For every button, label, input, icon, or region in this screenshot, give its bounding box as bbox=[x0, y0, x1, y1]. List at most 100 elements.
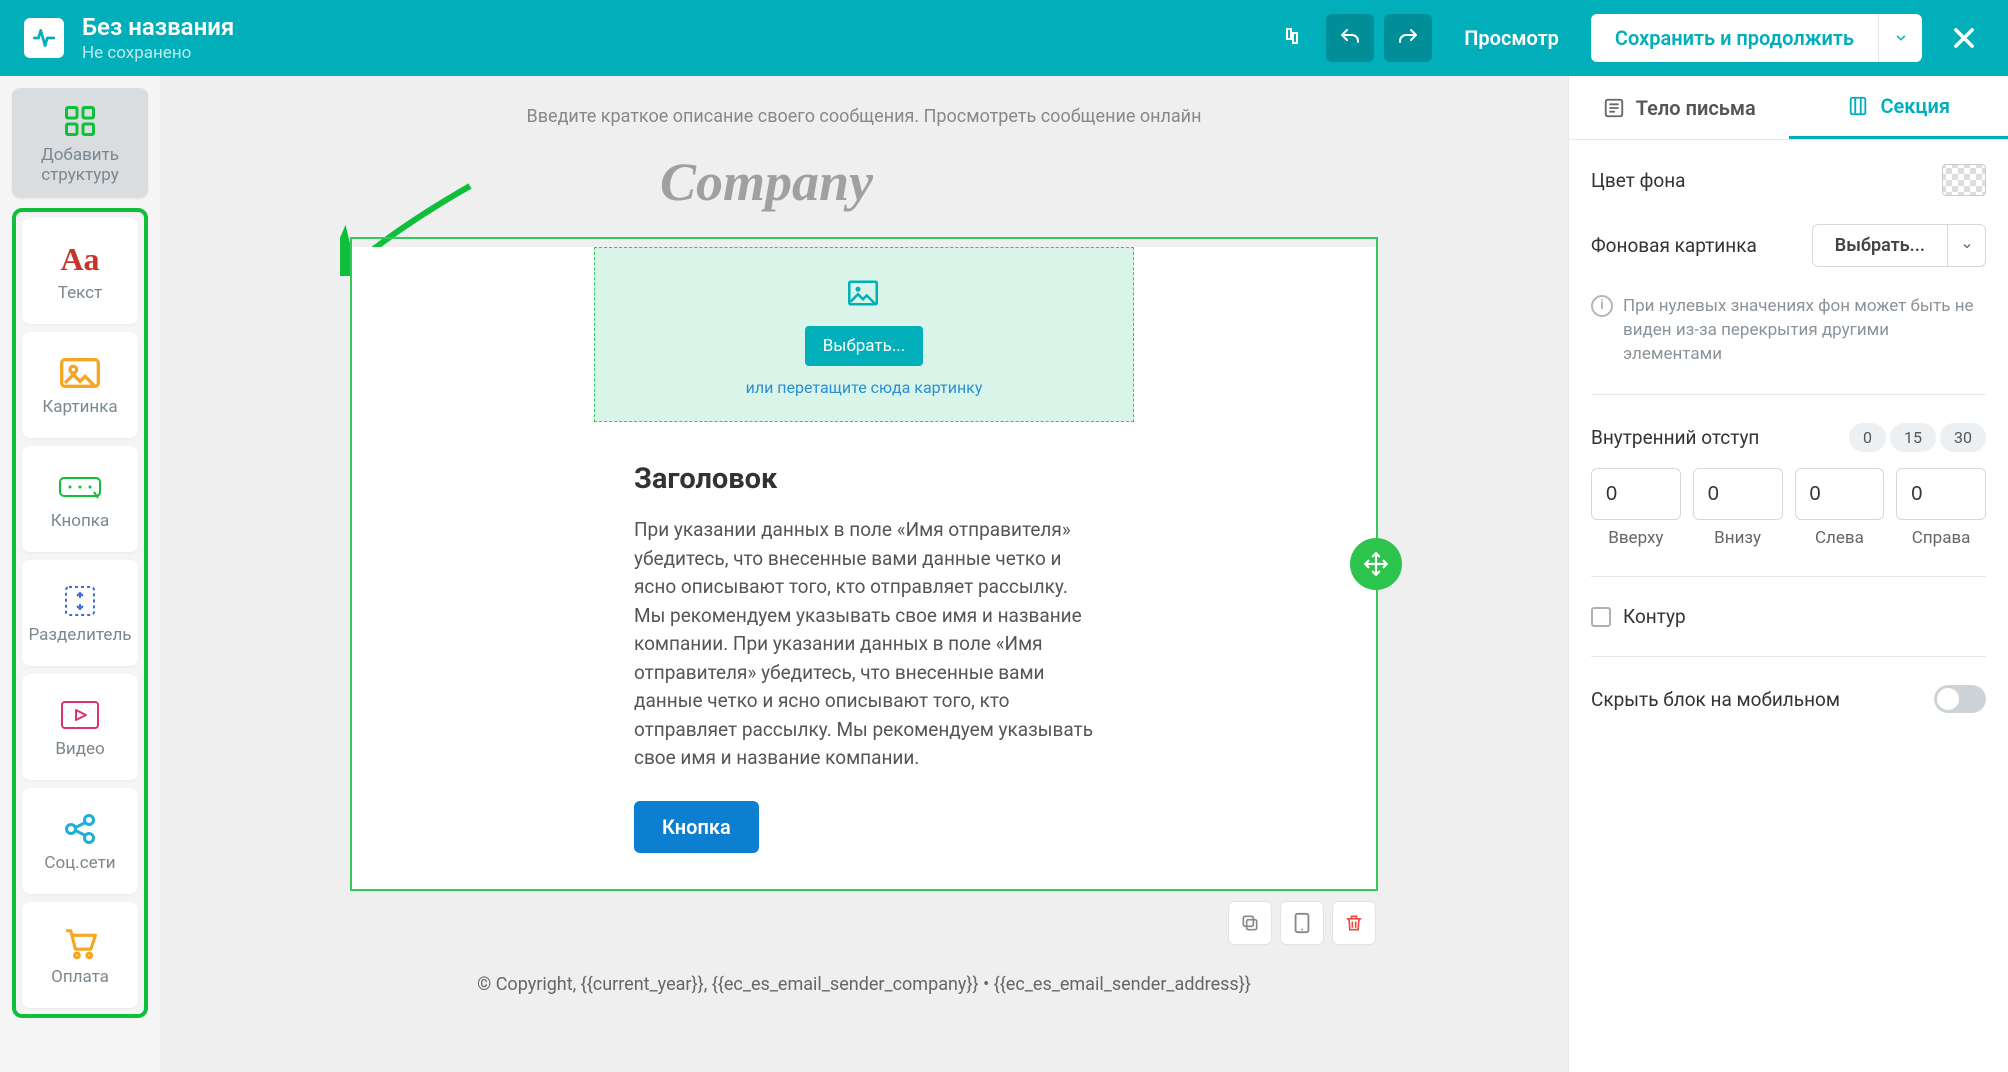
panel-tabs: Тело письма Секция bbox=[1569, 76, 2008, 140]
bg-image-select-caret[interactable] bbox=[1948, 224, 1986, 267]
select-image-button[interactable]: Выбрать... bbox=[805, 326, 924, 366]
content-block[interactable]: Заголовок При указании данных в поле «Им… bbox=[594, 422, 1134, 889]
padding-top-label: Вверху bbox=[1608, 528, 1663, 548]
info-text: При нулевых значениях фон может быть не … bbox=[1623, 295, 1986, 366]
padding-right-label: Справа bbox=[1912, 528, 1971, 548]
save-dropdown-button[interactable] bbox=[1878, 14, 1922, 62]
delete-button[interactable] bbox=[1332, 901, 1376, 945]
save-status: Не сохранено bbox=[82, 43, 234, 63]
button-icon bbox=[58, 467, 102, 507]
preview-description[interactable]: Введите краткое описание своего сообщени… bbox=[160, 106, 1568, 127]
document-title[interactable]: Без названия bbox=[82, 13, 234, 41]
move-handle[interactable] bbox=[1350, 538, 1402, 590]
cta-button[interactable]: Кнопка bbox=[634, 801, 759, 853]
padding-left-col: Слева bbox=[1795, 468, 1885, 548]
sidebar-elements-highlight: Aa Текст Картинка Кнопка Разделитель bbox=[12, 208, 148, 1018]
outline-label: Контур bbox=[1623, 605, 1686, 628]
app-logo[interactable] bbox=[24, 18, 64, 58]
padding-header: Внутренний отступ 0 15 30 bbox=[1591, 423, 1986, 452]
cart-icon bbox=[61, 923, 99, 963]
sidebar-item-payment[interactable]: Оплата bbox=[22, 902, 138, 1008]
padding-label: Внутренний отступ bbox=[1591, 426, 1759, 449]
grid-icon bbox=[62, 101, 98, 141]
undo-icon bbox=[1338, 26, 1362, 50]
redo-icon bbox=[1396, 26, 1420, 50]
section-tab-icon bbox=[1846, 94, 1870, 118]
tab-label: Секция bbox=[1880, 94, 1950, 118]
padding-right-input[interactable] bbox=[1896, 468, 1986, 520]
layers-icon bbox=[1280, 26, 1304, 50]
sidebar-item-label: Картинка bbox=[42, 397, 117, 417]
bg-image-select-button[interactable]: Выбрать... bbox=[1812, 224, 1948, 267]
padding-bottom-input[interactable] bbox=[1693, 468, 1783, 520]
sidebar-item-label: Соц.сети bbox=[44, 853, 115, 873]
outline-checkbox[interactable] bbox=[1591, 607, 1611, 627]
content-body[interactable]: При указании данных в поле «Имя отправит… bbox=[634, 516, 1094, 773]
copy-icon bbox=[1240, 913, 1260, 933]
content-heading[interactable]: Заголовок bbox=[634, 462, 1094, 496]
sidebar-item-social[interactable]: Соц.сети bbox=[22, 788, 138, 894]
padding-preset-0[interactable]: 0 bbox=[1849, 423, 1886, 452]
drag-hint: или перетащите сюда картинку bbox=[595, 378, 1133, 397]
header-right: Просмотр Сохранить и продолжить bbox=[1268, 14, 1984, 62]
padding-top-col: Вверху bbox=[1591, 468, 1681, 548]
info-note: i При нулевых значениях фон может быть н… bbox=[1591, 295, 1986, 366]
app-header: Без названия Не сохранено Просмотр Сохра… bbox=[0, 0, 2008, 76]
sidebar-item-label: Разделитель bbox=[28, 625, 131, 645]
close-button[interactable] bbox=[1944, 18, 1984, 58]
hide-mobile-toggle[interactable] bbox=[1934, 685, 1986, 713]
properties-panel: Тело письма Секция Цвет фона Фоновая кар… bbox=[1568, 76, 2008, 1072]
mobile-icon bbox=[1293, 912, 1311, 934]
move-icon bbox=[1363, 551, 1389, 577]
divider bbox=[1591, 576, 1986, 577]
divider-icon bbox=[60, 581, 100, 621]
outline-row: Контур bbox=[1591, 605, 1986, 628]
sidebar-add-structure[interactable]: Добавить структуру bbox=[12, 88, 148, 198]
duplicate-button[interactable] bbox=[1228, 901, 1272, 945]
tab-body[interactable]: Тело письма bbox=[1569, 76, 1789, 139]
save-button[interactable]: Сохранить и продолжить bbox=[1591, 14, 1878, 62]
bg-image-label: Фоновая картинка bbox=[1591, 234, 1757, 257]
pulse-icon bbox=[31, 25, 57, 51]
section-inner: Выбрать... или перетащите сюда картинку … bbox=[352, 247, 1376, 889]
bg-color-swatch[interactable] bbox=[1942, 164, 1986, 196]
preview-button[interactable]: Просмотр bbox=[1442, 14, 1581, 62]
brand-logo[interactable]: Company bbox=[660, 151, 1568, 213]
undo-button[interactable] bbox=[1326, 14, 1374, 62]
bg-image-select-group: Выбрать... bbox=[1812, 224, 1986, 267]
header-left: Без названия Не сохранено bbox=[24, 13, 234, 63]
sidebar-item-text[interactable]: Aa Текст bbox=[22, 218, 138, 324]
chevron-down-icon bbox=[1894, 31, 1908, 45]
padding-preset-15[interactable]: 15 bbox=[1890, 423, 1936, 452]
sidebar-item-divider[interactable]: Разделитель bbox=[22, 560, 138, 666]
main-layout: Добавить структуру Aa Текст Картинка Кно… bbox=[0, 76, 2008, 1072]
email-footer[interactable]: © Copyright, {{current_year}}, {{ec_es_e… bbox=[160, 971, 1568, 1000]
padding-preset-30[interactable]: 30 bbox=[1940, 423, 1986, 452]
redo-button[interactable] bbox=[1384, 14, 1432, 62]
image-drop-zone[interactable]: Выбрать... или перетащите сюда картинку bbox=[594, 247, 1134, 422]
editor-canvas: Введите краткое описание своего сообщени… bbox=[160, 76, 1568, 1072]
padding-top-input[interactable] bbox=[1591, 468, 1681, 520]
padding-left-input[interactable] bbox=[1795, 468, 1885, 520]
tab-section[interactable]: Секция bbox=[1789, 76, 2008, 139]
mobile-view-button[interactable] bbox=[1280, 901, 1324, 945]
tab-label: Тело письма bbox=[1636, 96, 1756, 120]
layers-button[interactable] bbox=[1268, 14, 1316, 62]
divider bbox=[1591, 394, 1986, 395]
hide-mobile-row: Скрыть блок на мобильном bbox=[1591, 685, 1986, 713]
save-button-group: Сохранить и продолжить bbox=[1591, 14, 1922, 62]
padding-right-col: Справа bbox=[1896, 468, 1986, 548]
selected-section[interactable]: Выбрать... или перетащите сюда картинку … bbox=[350, 237, 1378, 891]
video-icon bbox=[60, 695, 100, 735]
panel-body: Цвет фона Фоновая картинка Выбрать... i … bbox=[1569, 140, 2008, 737]
sidebar-item-button[interactable]: Кнопка bbox=[22, 446, 138, 552]
sidebar-item-video[interactable]: Видео bbox=[22, 674, 138, 780]
hide-mobile-label: Скрыть блок на мобильном bbox=[1591, 688, 1840, 711]
divider bbox=[1591, 656, 1986, 657]
trash-icon bbox=[1344, 912, 1364, 934]
padding-left-label: Слева bbox=[1815, 528, 1864, 548]
sidebar-item-image[interactable]: Картинка bbox=[22, 332, 138, 438]
padding-presets: 0 15 30 bbox=[1849, 423, 1986, 452]
image-placeholder-icon bbox=[848, 280, 880, 312]
sidebar-item-label: Текст bbox=[58, 283, 102, 303]
